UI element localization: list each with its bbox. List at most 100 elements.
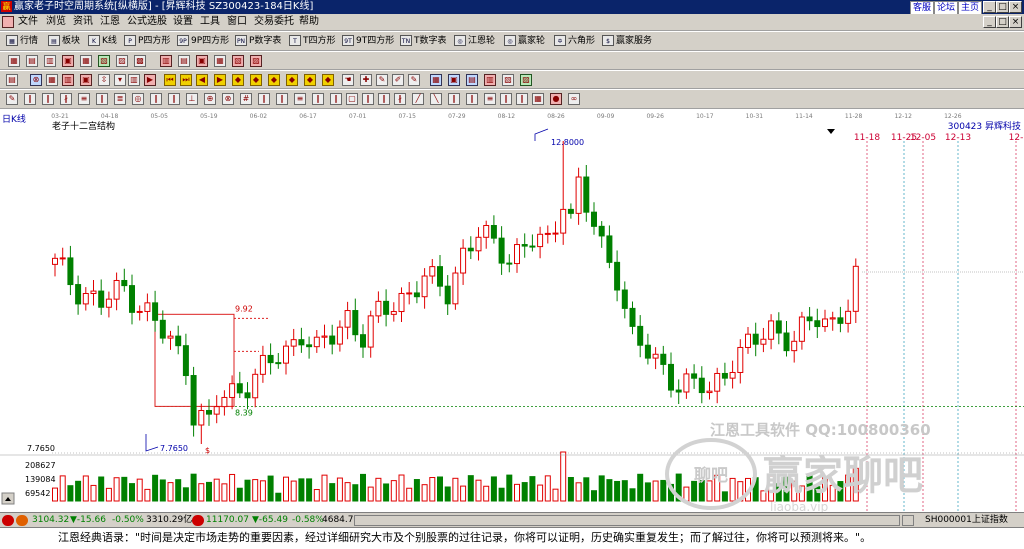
layout-icon[interactable]: ▩ <box>134 55 146 67</box>
box-tool-icon[interactable]: ▢ <box>346 93 358 105</box>
menu-settings[interactable]: 设置 <box>173 15 193 29</box>
sort-icon[interactable]: ⇳ <box>98 74 110 86</box>
line-tool-icon[interactable]: ⊥ <box>186 93 198 105</box>
layout-icon[interactable]: ▥ <box>44 55 56 67</box>
line-tool-icon[interactable]: ≡ <box>78 93 90 105</box>
tool-p-square[interactable]: P P四方形 <box>124 35 170 47</box>
tool-t-table[interactable]: TN T数字表 <box>400 35 447 47</box>
layout-icon[interactable]: ▦ <box>214 55 226 67</box>
line-tool-icon[interactable]: ∥ <box>312 93 324 105</box>
left-icon[interactable]: ◀ <box>196 74 208 86</box>
menu-trade[interactable]: 交易委托 <box>254 15 294 29</box>
draw-icon[interactable]: ✎ <box>408 74 420 86</box>
layout-icon[interactable]: ▣ <box>196 55 208 67</box>
dropdown-icon[interactable]: ▾ <box>114 74 126 86</box>
first-icon[interactable]: ⏮ <box>164 74 176 86</box>
doc-icon[interactable]: ▦ <box>46 74 58 86</box>
layout-icon[interactable]: ▣ <box>62 55 74 67</box>
circle-tool-icon[interactable]: ⊕ <box>204 93 216 105</box>
tool-winner-wheel[interactable]: ◎ 赢家轮 <box>504 35 545 47</box>
infinity-icon[interactable]: ∞ <box>568 93 580 105</box>
tool-sector[interactable]: ▤ 板块 <box>48 35 80 47</box>
draw-icon[interactable]: ✐ <box>392 74 404 86</box>
tool-quotes[interactable]: ▦ 行情 <box>6 35 38 47</box>
grid-tool-icon[interactable]: # <box>240 93 252 105</box>
line-tool-icon[interactable]: ∥ <box>168 93 180 105</box>
layout-icon[interactable]: ▦ <box>8 55 20 67</box>
circle-tool-icon[interactable]: ◎ <box>132 93 144 105</box>
maximize-button[interactable]: □ <box>996 1 1009 13</box>
cross-icon[interactable]: ✚ <box>360 74 372 86</box>
line-tool-icon[interactable]: ∥ <box>362 93 374 105</box>
layout-icon[interactable]: ▤ <box>178 55 190 67</box>
line-tool-icon[interactable]: ∦ <box>394 93 406 105</box>
mdi-restore-button[interactable]: □ <box>996 16 1009 28</box>
zoom-icon[interactable]: ◆ <box>304 74 316 86</box>
chart-icon[interactable]: ▥ <box>128 74 140 86</box>
minimize-button[interactable]: _ <box>983 1 996 13</box>
line-tool-icon[interactable]: ∥ <box>276 93 288 105</box>
menu-browse[interactable]: 浏览 <box>46 15 66 29</box>
line-tool-icon[interactable]: ∥ <box>448 93 460 105</box>
menu-info[interactable]: 资讯 <box>73 15 93 29</box>
line-tool-icon[interactable]: ∥ <box>516 93 528 105</box>
link-support[interactable]: 客服 <box>910 1 935 15</box>
candlestick-chart[interactable]: 日K线老子十二宫结构 300423 昇辉科技 03-21 04-18 05-05 05-1… <box>0 109 1024 514</box>
window-icon[interactable]: ▣ <box>448 74 460 86</box>
layout-icon[interactable]: ▨ <box>250 55 262 67</box>
doc-icon[interactable]: ▣ <box>80 74 92 86</box>
menu-help[interactable]: 帮助 <box>299 15 319 29</box>
line-tool-icon[interactable]: ╲ <box>430 93 442 105</box>
window-icon[interactable]: ▤ <box>466 74 478 86</box>
tool-t-square[interactable]: T T四方形 <box>289 35 336 47</box>
last-icon[interactable]: ⏭ <box>180 74 192 86</box>
draw-icon[interactable]: ✎ <box>376 74 388 86</box>
line-tool-icon[interactable]: ∥ <box>330 93 342 105</box>
line-tool-icon[interactable]: ∥ <box>500 93 512 105</box>
line-tool-icon[interactable]: ∥ <box>24 93 36 105</box>
chart-area[interactable]: 日K线 老子十二宫结构 300423 昇辉科技 03-21 04-18 05-05 05-1… <box>0 109 1024 514</box>
tool-p-table[interactable]: PN P数字表 <box>235 35 281 47</box>
line-tool-icon[interactable]: ≣ <box>114 93 126 105</box>
line-tool-icon[interactable]: ╱ <box>412 93 424 105</box>
line-tool-icon[interactable]: ∥ <box>42 93 54 105</box>
layout-icon[interactable]: ▥ <box>160 55 172 67</box>
window-icon[interactable]: ▧ <box>502 74 514 86</box>
tool-service[interactable]: $ 赢家服务 <box>602 35 652 47</box>
zoom-icon[interactable]: ◆ <box>322 74 334 86</box>
zoom-icon[interactable]: ◆ <box>268 74 280 86</box>
window-icon[interactable]: ▤ <box>6 74 18 86</box>
menu-formula[interactable]: 公式选股 <box>127 15 167 29</box>
tool-9t-square[interactable]: 9T 9T四方形 <box>342 35 394 47</box>
tool-9p-square[interactable]: 9P 9P四方形 <box>177 35 229 47</box>
tool-hexagon[interactable]: ✡ 六角形 <box>554 35 595 47</box>
menu-tools[interactable]: 工具 <box>200 15 220 29</box>
flag-icon[interactable]: ▶ <box>144 74 156 86</box>
close-button[interactable]: × <box>1009 1 1022 13</box>
grid-tool-icon[interactable]: ▦ <box>532 93 544 105</box>
mdi-close-button[interactable]: × <box>1009 16 1022 28</box>
pencil-icon[interactable]: ✎ <box>6 93 18 105</box>
line-tool-icon[interactable]: ∥ <box>258 93 270 105</box>
layout-icon[interactable]: ▦ <box>80 55 92 67</box>
chart-icon[interactable]: ⊗ <box>30 74 42 86</box>
menu-window[interactable]: 窗口 <box>227 15 247 29</box>
line-tool-icon[interactable]: ∦ <box>60 93 72 105</box>
line-tool-icon[interactable]: ≡ <box>484 93 496 105</box>
window-icon[interactable]: ▦ <box>430 74 442 86</box>
window-icon[interactable]: ▥ <box>484 74 496 86</box>
layout-icon[interactable]: ▨ <box>116 55 128 67</box>
circle-tool-icon[interactable]: ⊗ <box>222 93 234 105</box>
link-home[interactable]: 主页 <box>958 1 983 15</box>
hand-icon[interactable]: ☚ <box>342 74 354 86</box>
line-tool-icon[interactable]: ∥ <box>150 93 162 105</box>
link-forum[interactable]: 论坛 <box>934 1 959 15</box>
tool-gann-wheel[interactable]: ◎ 江恩轮 <box>454 35 495 47</box>
right-icon[interactable]: ▶ <box>214 74 226 86</box>
line-tool-icon[interactable]: ∥ <box>378 93 390 105</box>
index-code[interactable]: SH000001上证指数 <box>925 513 1008 528</box>
zoom-icon[interactable]: ◆ <box>250 74 262 86</box>
line-tool-icon[interactable]: ∥ <box>466 93 478 105</box>
mdi-minimize-button[interactable]: _ <box>983 16 996 28</box>
horizontal-scrollbar[interactable] <box>354 515 900 526</box>
